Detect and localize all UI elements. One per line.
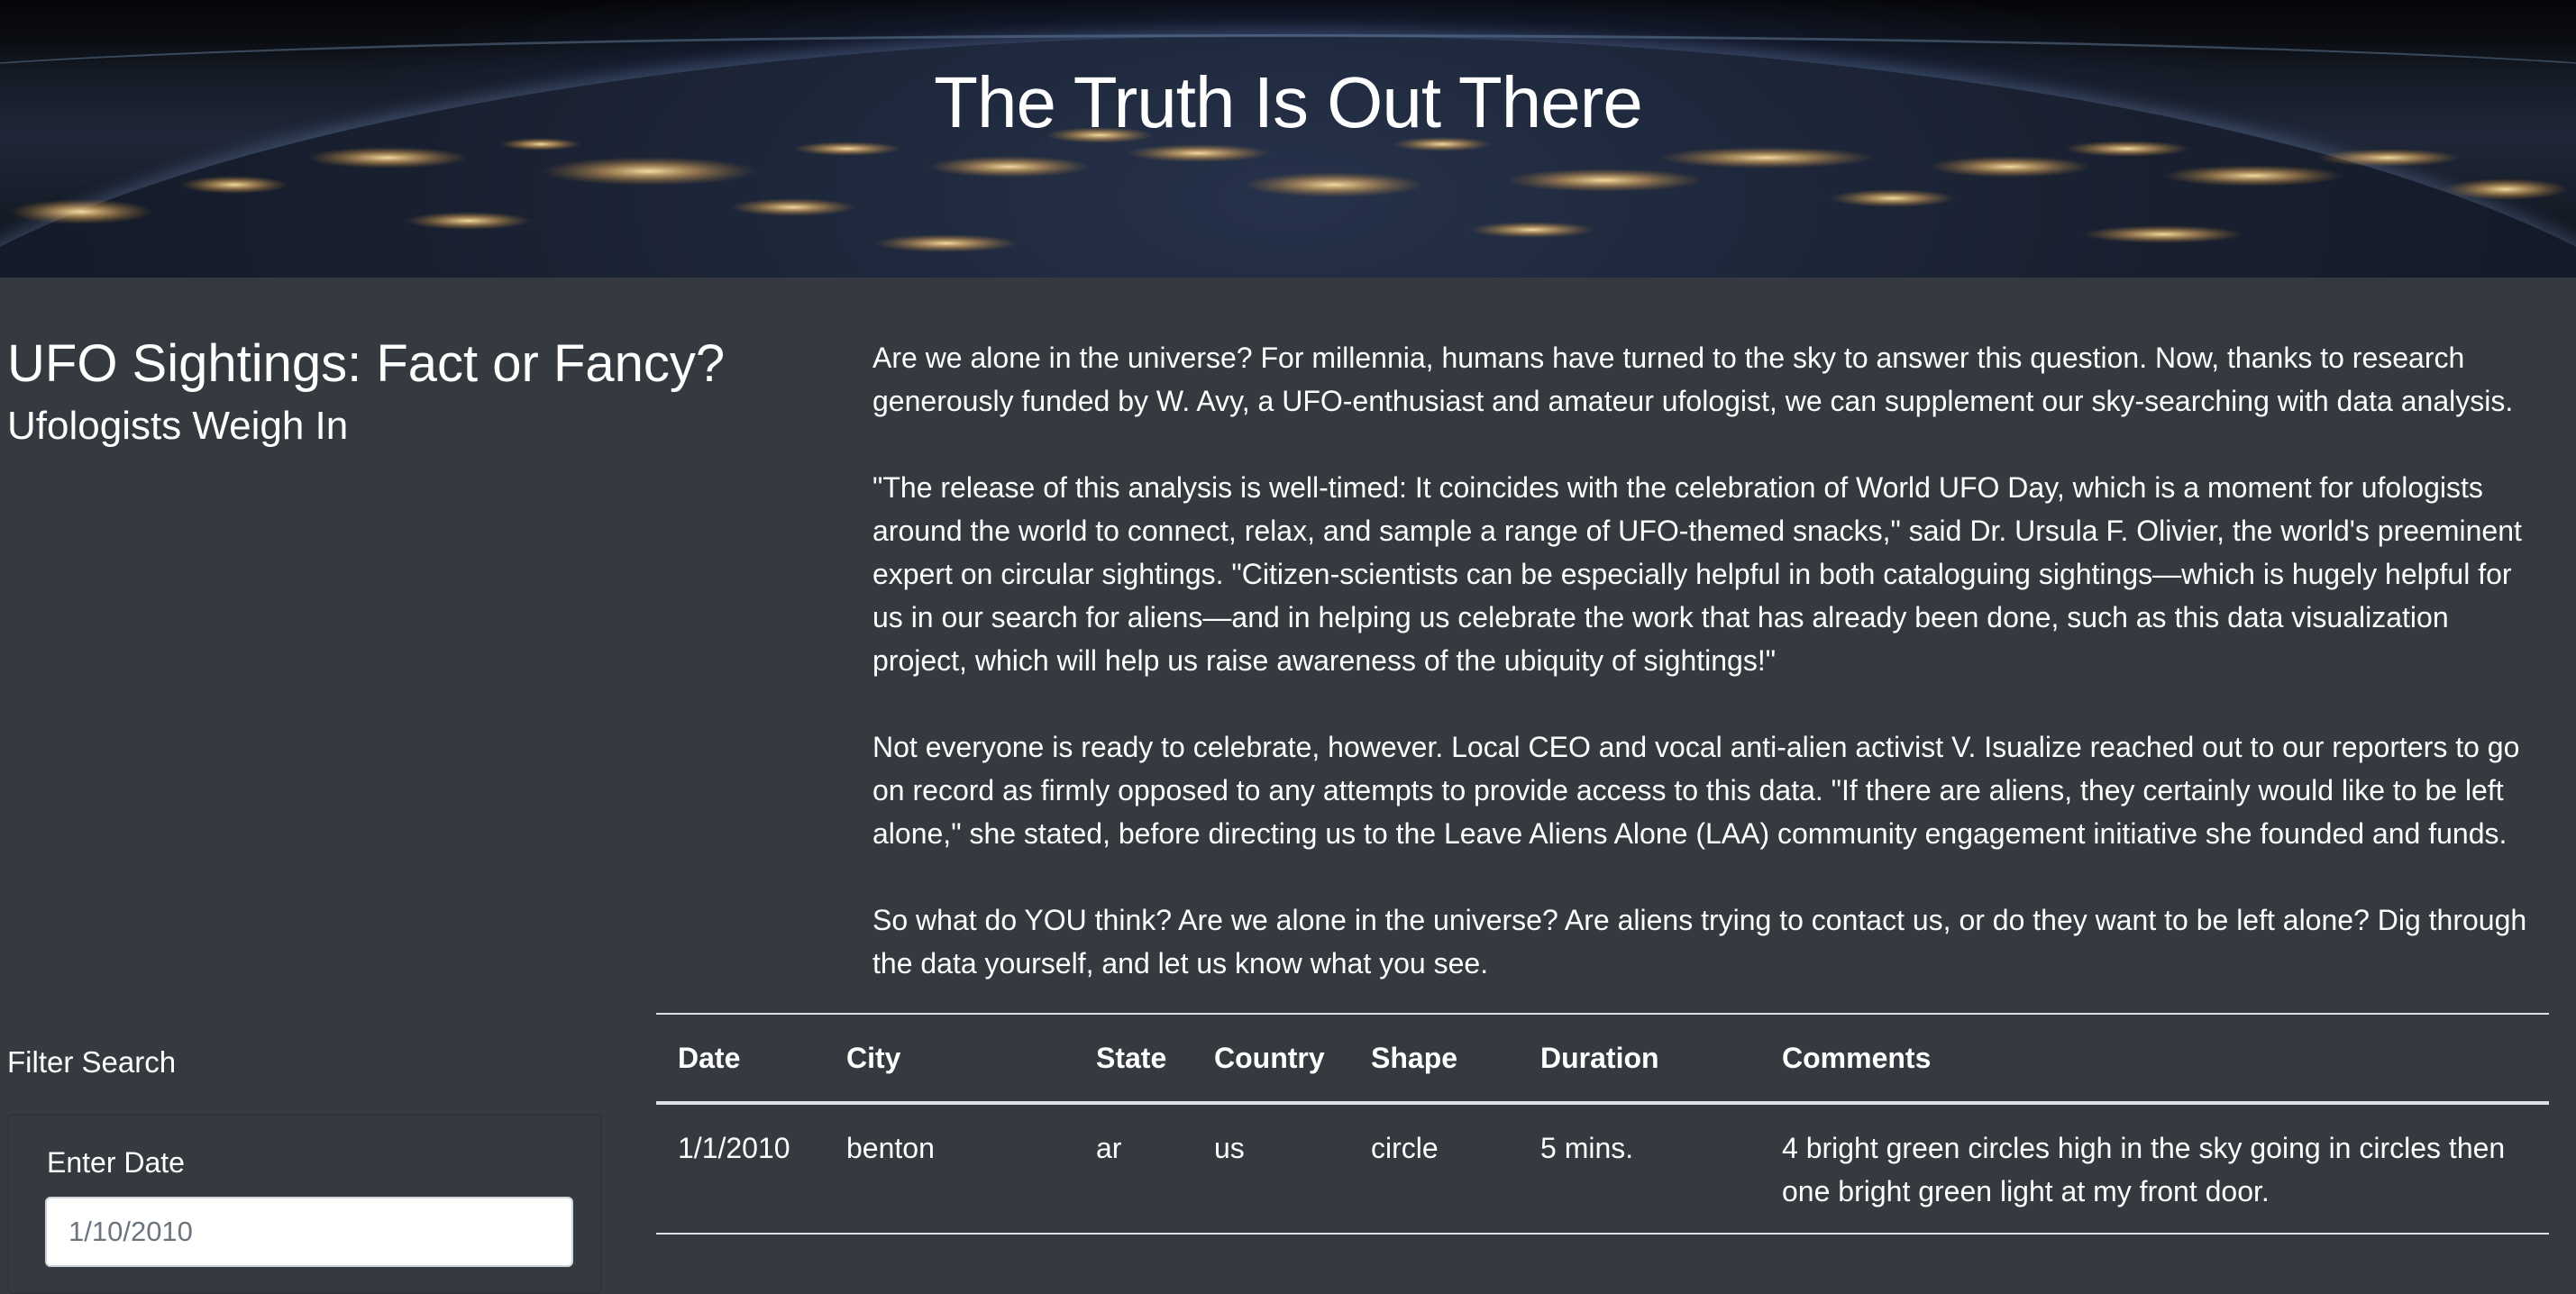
hero-banner: The Truth Is Out There: [0, 0, 2576, 278]
article-paragraph: Are we alone in the universe? For millen…: [872, 342, 2514, 417]
article-title: UFO Sightings: Fact or Fancy?: [7, 334, 726, 393]
table-row: 1/1/2010 benton ar us circle 5 mins. 4 b…: [656, 1103, 2549, 1235]
sightings-table: Date City State Country Shape Duration C…: [656, 1013, 2549, 1235]
date-input[interactable]: [45, 1197, 573, 1267]
cell-duration: 5 mins.: [1519, 1103, 1760, 1235]
article-paragraph: Not everyone is ready to celebrate, howe…: [872, 731, 2520, 850]
article-paragraph: "The release of this analysis is well-ti…: [872, 471, 2522, 677]
table-body: 1/1/2010 benton ar us circle 5 mins. 4 b…: [656, 1103, 2549, 1235]
filter-panel: Enter Date: [7, 1114, 602, 1294]
column-header-city: City: [825, 1013, 1074, 1105]
cell-city: benton: [825, 1103, 1074, 1235]
table-header-row: Date City State Country Shape Duration C…: [656, 1013, 2549, 1105]
cell-country: us: [1192, 1103, 1349, 1235]
column-header-date: Date: [656, 1013, 825, 1105]
filter-heading: Filter Search: [7, 1045, 177, 1079]
cell-date: 1/1/2010: [656, 1103, 825, 1235]
sightings-table-container: Date City State Country Shape Duration C…: [656, 1013, 2549, 1235]
column-header-comments: Comments: [1760, 1013, 2549, 1105]
table-header: Date City State Country Shape Duration C…: [656, 1013, 2549, 1105]
column-header-state: State: [1074, 1013, 1192, 1105]
column-header-shape: Shape: [1349, 1013, 1519, 1105]
article-body: Are we alone in the universe? For millen…: [872, 336, 2549, 1028]
page-title: The Truth Is Out There: [934, 62, 1643, 142]
column-header-country: Country: [1192, 1013, 1349, 1105]
cell-state: ar: [1074, 1103, 1192, 1235]
column-header-duration: Duration: [1519, 1013, 1760, 1105]
article-subtitle: Ufologists Weigh In: [7, 404, 349, 448]
date-label: Enter Date: [47, 1146, 185, 1179]
cell-shape: circle: [1349, 1103, 1519, 1235]
article-paragraph: So what do YOU think? Are we alone in th…: [872, 904, 2527, 980]
cell-comments: 4 bright green circles high in the sky g…: [1760, 1103, 2549, 1235]
